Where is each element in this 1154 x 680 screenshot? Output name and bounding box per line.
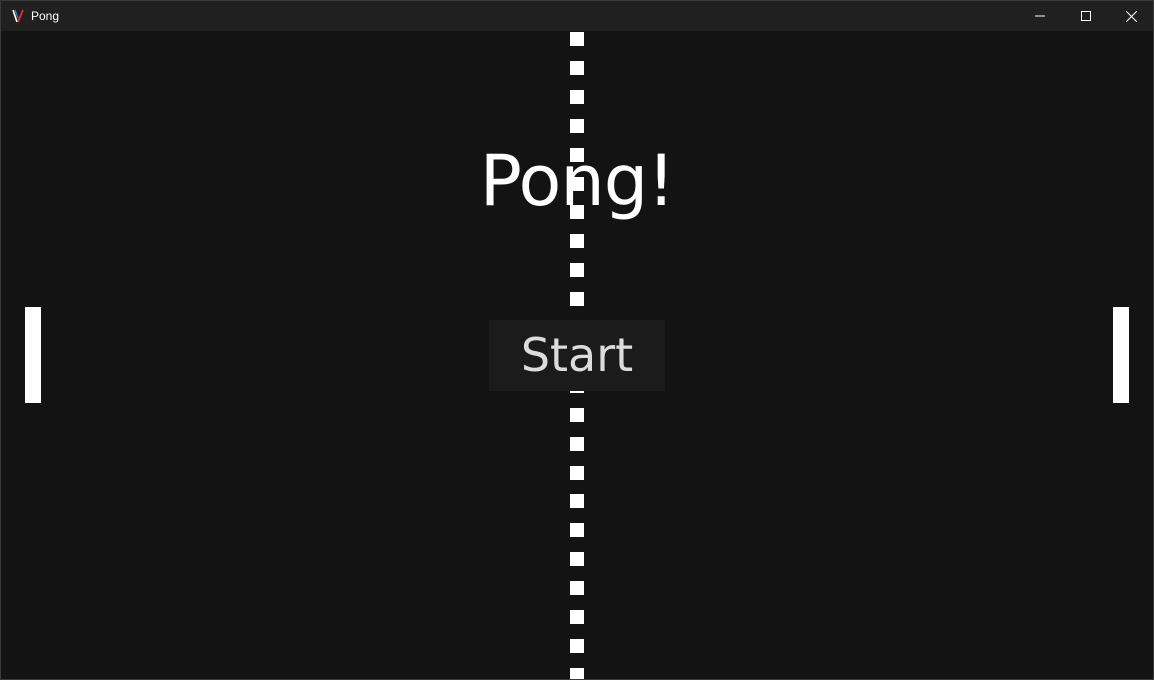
window-title: Pong: [31, 9, 60, 23]
net-dash: [570, 119, 584, 133]
title-bar[interactable]: Pong: [1, 1, 1153, 31]
net-dash: [570, 408, 584, 422]
close-button[interactable]: [1108, 1, 1153, 31]
net-dash: [570, 234, 584, 248]
net-dash: [570, 523, 584, 537]
net-dash: [570, 494, 584, 508]
net-dash: [570, 581, 584, 595]
minimize-icon: [1035, 11, 1045, 21]
net-dash: [570, 263, 584, 277]
net-dash: [570, 292, 584, 306]
minimize-button[interactable]: [1017, 1, 1063, 31]
maximize-icon: [1081, 11, 1091, 21]
net-dash: [570, 437, 584, 451]
right-paddle: [1113, 307, 1129, 403]
left-paddle: [25, 307, 41, 403]
net-dash: [570, 466, 584, 480]
net-dash: [570, 668, 584, 679]
net-dash: [570, 610, 584, 624]
net-dash: [570, 552, 584, 566]
net-dash: [570, 639, 584, 653]
app-icon: [10, 8, 26, 24]
start-button[interactable]: Start: [489, 320, 665, 391]
net-dash: [570, 61, 584, 75]
net-dash: [570, 90, 584, 104]
net-dash: [570, 32, 584, 46]
maximize-button[interactable]: [1063, 1, 1109, 31]
game-title: Pong!: [479, 140, 675, 222]
app-window: Pong Pong! Start: [0, 0, 1154, 680]
game-canvas[interactable]: Pong! Start: [1, 31, 1153, 679]
close-icon: [1125, 10, 1137, 22]
